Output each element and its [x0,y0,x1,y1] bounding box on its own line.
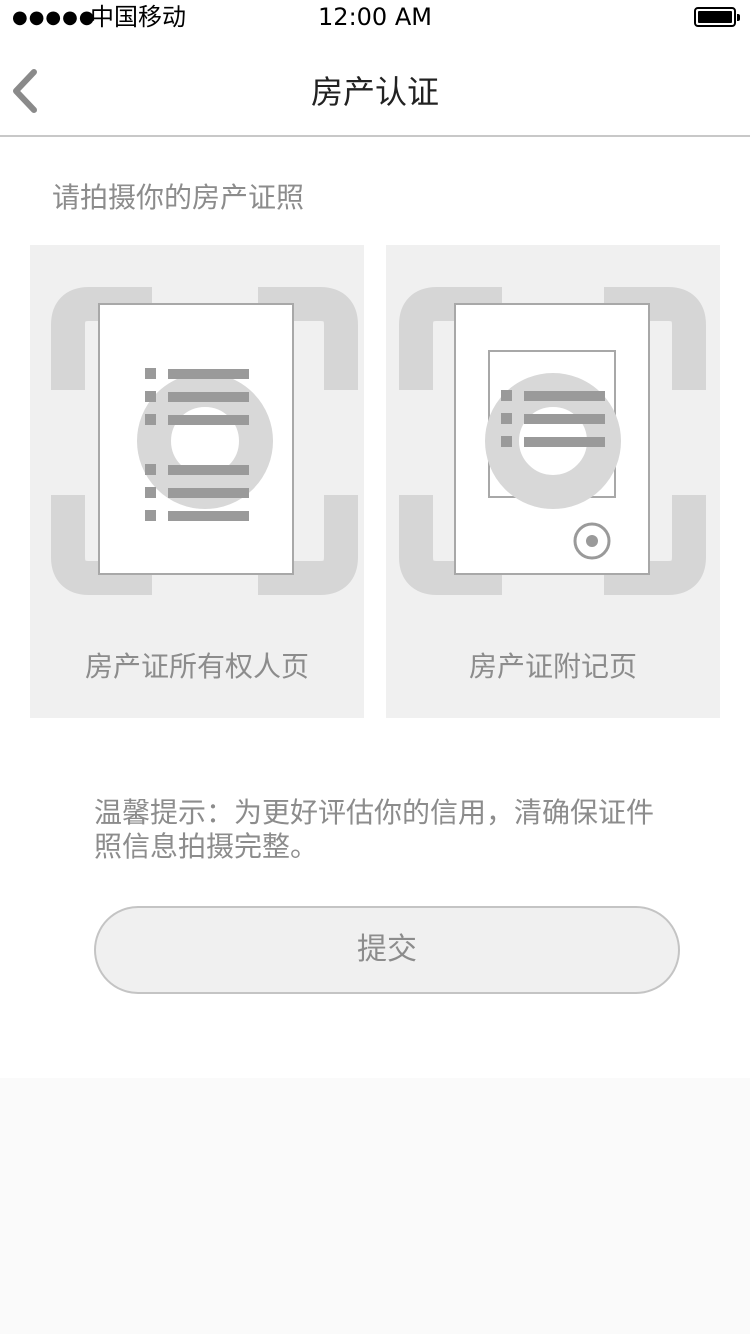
footer-area [0,1078,750,1334]
owner-page-label: 房产证所有权人页 [84,650,309,683]
battery-full-icon [694,7,740,27]
tip-text: 温馨提示：为更好评估你的信用，清确保证件照信息拍摄完整。 [94,796,655,863]
navigation-bar: 房产认证 [0,36,750,137]
status-bar: ●●●●● 中国移动 12:00 AM [0,0,750,36]
note-page-upload-card[interactable]: 房产证附记页 [386,245,720,718]
page-title: 房产认证 [310,73,439,111]
document-scan-icon [399,287,706,595]
note-page-label: 房产证附记页 [468,650,637,683]
photo-prompt: 请拍摄你的房产证照 [52,181,305,214]
document-scan-icon [51,287,358,595]
status-time: 12:00 AM [318,3,432,31]
owner-page-upload-card[interactable]: 房产证所有权人页 [30,245,364,718]
submit-button[interactable]: 提交 [94,906,680,994]
